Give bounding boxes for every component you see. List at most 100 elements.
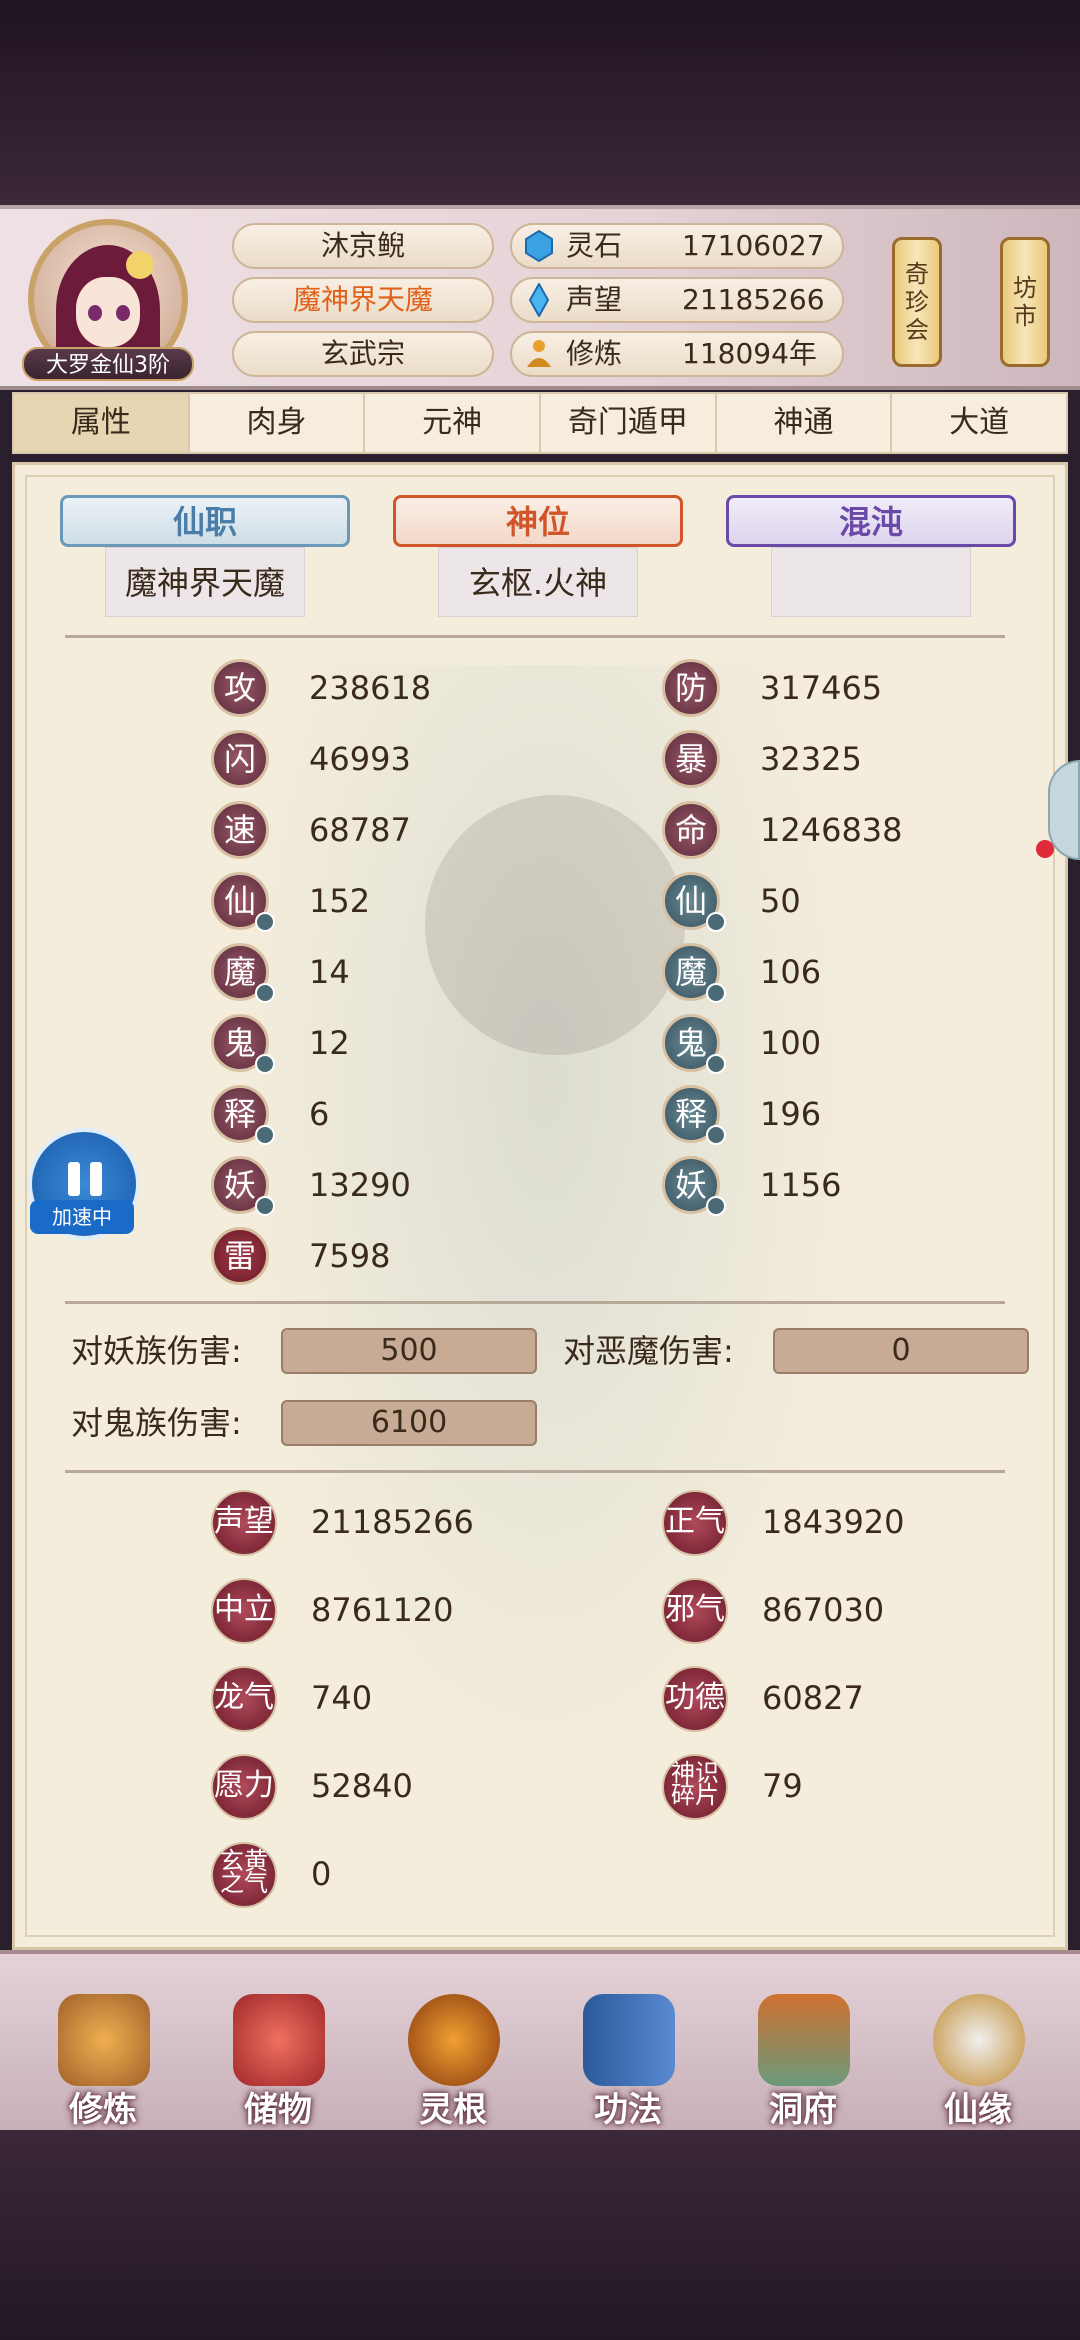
tab-dao[interactable]: 大道	[892, 394, 1066, 452]
tab-bar: 属性 肉身 元神 奇门遁甲 神通 大道	[12, 392, 1068, 454]
scroll-char: 坊	[1013, 274, 1037, 302]
market-label: 坊市	[1003, 274, 1047, 330]
damage-vs-ghost-label: 对鬼族伤害:	[71, 1404, 242, 1442]
stat-badge: 闪	[211, 730, 269, 788]
resource-value: 17106027	[682, 229, 825, 262]
nav-label: 灵根	[419, 2090, 487, 2130]
shield-mark-icon	[706, 1125, 726, 1145]
stat-buddha-attack: 释 6	[211, 1085, 511, 1145]
reputation-counter: 声望 21185266	[510, 277, 844, 323]
pause-icon	[90, 1162, 102, 1196]
divine-rank-value: 玄枢.火神	[438, 547, 638, 617]
rep-value: 867030	[762, 1591, 885, 1629]
damage-vs-monster-value: 500	[281, 1328, 537, 1374]
nav-techniques[interactable]: 功法	[553, 1994, 703, 2130]
stat-ghost-attack: 鬼 12	[211, 1014, 511, 1074]
stat-value: 12	[309, 1024, 350, 1062]
storage-bag-icon	[233, 1994, 325, 2086]
resource-label: 声望	[566, 283, 623, 316]
stat-badge: 攻	[211, 659, 269, 717]
cultivate-icon	[58, 1994, 150, 2086]
pause-icon	[68, 1162, 80, 1196]
rep-value: 0	[311, 1855, 332, 1893]
nav-label: 修炼	[69, 2090, 137, 2130]
stat-buddha-defense: 释 196	[662, 1085, 982, 1145]
stat-value: 6	[309, 1095, 330, 1133]
tab-spirit[interactable]: 元神	[365, 394, 542, 452]
stat-value: 1156	[760, 1166, 842, 1204]
divider	[65, 1301, 1005, 1304]
notification-dot	[1036, 840, 1054, 858]
rep-value: 8761120	[311, 1591, 454, 1629]
stat-badge: 命	[662, 801, 720, 859]
stat-value: 152	[309, 882, 371, 920]
stat-ghost-defense: 鬼 100	[662, 1014, 982, 1074]
cultivation-icon	[527, 340, 551, 367]
stat-value: 14	[309, 953, 350, 991]
spirit-root-icon	[408, 1994, 500, 2086]
attack-mark-icon	[255, 1054, 275, 1074]
stat-value: 317465	[760, 669, 883, 707]
avatar-eye	[116, 305, 130, 321]
stat-value: 13290	[309, 1166, 411, 1204]
stat-badge: 防	[662, 659, 720, 717]
stat-speed: 速 68787	[211, 801, 511, 859]
rep-value: 79	[762, 1767, 803, 1805]
market-button[interactable]: 坊市	[1000, 237, 1050, 367]
merit-stat: 功德 60827	[662, 1666, 982, 1732]
nav-cave[interactable]: 洞府	[728, 1994, 878, 2130]
immortal-post-header: 仙职	[60, 495, 350, 547]
scroll-char: 奇	[905, 260, 929, 288]
nav-destiny[interactable]: 仙缘	[903, 1994, 1053, 2130]
nav-label: 仙缘	[944, 2090, 1012, 2130]
rep-value: 60827	[762, 1679, 864, 1717]
stat-value: 238618	[309, 669, 432, 707]
player-sect[interactable]: 玄武宗	[232, 331, 494, 377]
rep-value: 21185266	[311, 1503, 474, 1541]
nav-storage[interactable]: 储物	[203, 1994, 353, 2130]
shield-mark-icon	[706, 912, 726, 932]
reputation-stat: 声望 21185266	[211, 1490, 511, 1556]
player-header: 大罗金仙3阶 沐京鲵 魔神界天魔 玄武宗 灵石 17106027 声望 2118…	[0, 205, 1080, 390]
tab-attributes[interactable]: 属性	[14, 394, 190, 452]
treasure-auction-label: 奇珍会	[895, 260, 939, 344]
nav-cultivate[interactable]: 修炼	[28, 1994, 178, 2130]
scroll-char: 会	[905, 316, 929, 344]
cave-dwelling-icon	[758, 1994, 850, 2086]
rep-badge: 邪气	[662, 1578, 728, 1644]
speed-up-label: 加速中	[30, 1200, 134, 1234]
dragon-qi-stat: 龙气 740	[211, 1666, 511, 1732]
resource-label: 修炼	[566, 337, 623, 370]
stat-defense: 防 317465	[662, 659, 982, 717]
player-title: 魔神界天魔	[232, 277, 494, 323]
avatar-eye	[88, 305, 102, 321]
immortal-post-banner: 仙职	[60, 495, 350, 547]
stat-demon-defense: 魔 106	[662, 943, 982, 1003]
stat-value: 7598	[309, 1237, 391, 1275]
attack-mark-icon	[255, 1196, 275, 1216]
stat-value: 46993	[309, 740, 411, 778]
top-backdrop	[0, 0, 1080, 205]
stat-monster-attack: 妖 13290	[211, 1156, 511, 1216]
attack-mark-icon	[255, 983, 275, 1003]
tab-divine-powers[interactable]: 神通	[717, 394, 893, 452]
divine-rank-header: 神位	[393, 495, 683, 547]
damage-vs-demon-label: 对恶魔伤害:	[563, 1332, 734, 1370]
righteous-qi-stat: 正气 1843920	[662, 1490, 982, 1556]
neutral-stat: 中立 8761120	[211, 1578, 511, 1644]
reputation-crystal-icon	[528, 283, 550, 317]
stat-value: 100	[760, 1024, 822, 1062]
scroll-char: 市	[1013, 302, 1037, 330]
nav-spirit-root[interactable]: 灵根	[378, 1994, 528, 2130]
tab-body[interactable]: 肉身	[190, 394, 366, 452]
avatar-face	[76, 277, 140, 347]
stat-immortal-defense: 仙 50	[662, 872, 982, 932]
attack-mark-icon	[255, 1125, 275, 1145]
divine-rank-banner: 神位	[393, 495, 683, 547]
damage-vs-demon-value: 0	[773, 1328, 1029, 1374]
tab-qimen[interactable]: 奇门遁甲	[541, 394, 717, 452]
attack-mark-icon	[255, 912, 275, 932]
rep-badge: 声望	[211, 1490, 277, 1556]
shield-mark-icon	[706, 1054, 726, 1074]
treasure-auction-button[interactable]: 奇珍会	[892, 237, 942, 367]
